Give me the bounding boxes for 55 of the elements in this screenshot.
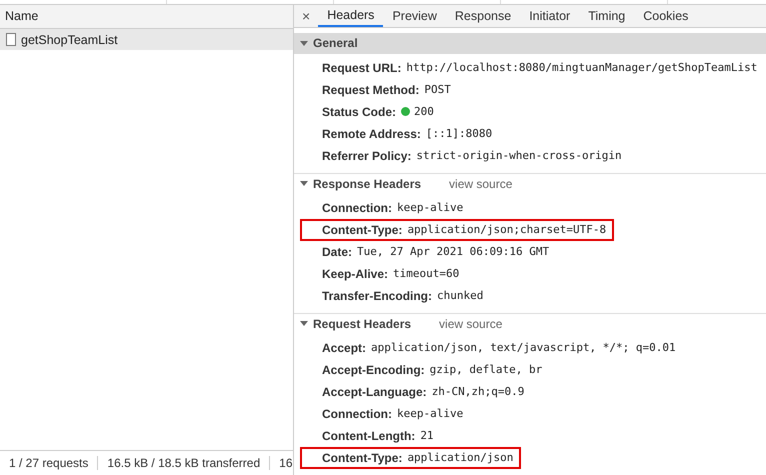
- header-value: 21: [420, 429, 434, 442]
- header-value: 200: [414, 105, 434, 118]
- tab[interactable]: Timing: [579, 5, 634, 27]
- section-header[interactable]: General: [294, 32, 766, 54]
- close-button[interactable]: ×: [294, 5, 318, 27]
- header-value: http://localhost:8080/mingtuanManager/getShopTeamList: [406, 61, 758, 74]
- header-value: keep-alive: [397, 201, 464, 214]
- header-name: Request URL:: [322, 60, 402, 75]
- column-header[interactable]: Name: [0, 5, 293, 29]
- header-name: Connection:: [322, 406, 392, 421]
- header-value: POST: [424, 83, 451, 96]
- section-title: Response Headers: [313, 176, 422, 191]
- header-name: Date:: [322, 244, 352, 259]
- header-value: timeout=60: [393, 267, 460, 280]
- header-value: gzip, deflate, br: [430, 363, 542, 376]
- header-value: keep-alive: [397, 407, 464, 420]
- header-value: chunked: [437, 289, 484, 302]
- header-name: Transfer-Encoding:: [322, 288, 432, 303]
- request-name: getShopTeamList: [21, 32, 118, 46]
- tab[interactable]: Response: [446, 5, 520, 27]
- file-icon: [6, 33, 16, 46]
- request-row[interactable]: getShopTeamList: [0, 29, 293, 50]
- view-source-link[interactable]: view source: [439, 316, 502, 331]
- header-value: application/json;charset=UTF-8: [407, 223, 606, 236]
- header-value: zh-CN,zh;q=0.9: [432, 385, 524, 398]
- header-name: Accept-Encoding:: [322, 362, 425, 377]
- section-title: Request Headers: [313, 316, 412, 331]
- header-name: Accept:: [322, 340, 366, 355]
- header-name: Request Method:: [322, 82, 420, 97]
- tab[interactable]: Headers: [318, 5, 384, 27]
- header-name: Keep-Alive:: [322, 266, 388, 281]
- status-text: 16.: [270, 456, 293, 470]
- tab[interactable]: Cookies: [634, 5, 698, 27]
- triangle-icon: [300, 181, 308, 186]
- header-value: strict-origin-when-cross-origin: [416, 149, 622, 162]
- header-name: Remote Address:: [322, 126, 421, 141]
- header-value: Tue, 27 Apr 2021 06:09:16 GMT: [357, 245, 550, 258]
- header-value: application/json: [407, 451, 514, 464]
- status-text: 1 / 27 requests: [0, 456, 98, 470]
- status-text: 16.5 kB / 18.5 kB transferred: [98, 456, 270, 470]
- header-name: Content-Length:: [322, 428, 416, 443]
- triangle-icon: [300, 40, 308, 46]
- header-name: Connection:: [322, 200, 392, 215]
- view-source-link[interactable]: view source: [449, 176, 512, 191]
- section-title: General: [313, 36, 358, 50]
- header-value: application/json, text/javascript, */*; q=0.01: [371, 341, 676, 354]
- triangle-icon: [300, 321, 308, 326]
- header-name: Accept-Language:: [322, 384, 427, 399]
- header-name: Content-Type:: [322, 450, 402, 465]
- header-name: Referrer Policy:: [322, 148, 412, 163]
- header-value: [::1]:8080: [426, 127, 492, 140]
- header-name: Content-Type:: [322, 222, 402, 237]
- header-name: Status Code:: [322, 104, 396, 119]
- tab[interactable]: Preview: [383, 5, 446, 27]
- tab[interactable]: Initiator: [520, 5, 580, 27]
